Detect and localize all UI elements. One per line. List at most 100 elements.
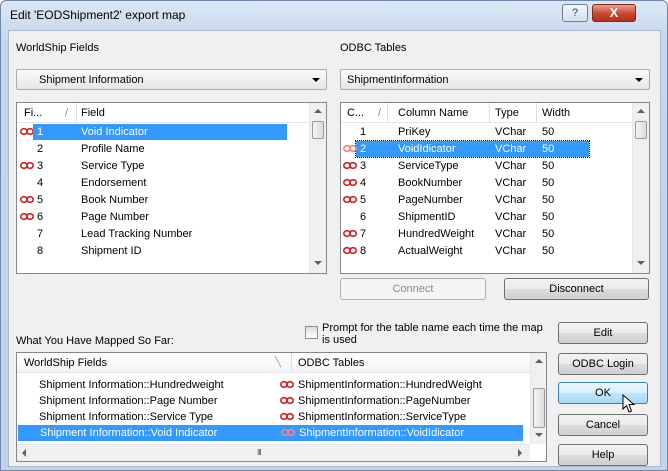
mapped-list[interactable]: WorldShip Fields ╲ ODBC Tables Shipment …: [16, 352, 547, 462]
column-name: ServiceType: [398, 160, 459, 172]
mapped-list-scrollbar[interactable]: [530, 353, 546, 444]
column-type: VChar: [495, 126, 527, 138]
prompt-table-name-label[interactable]: Prompt for the table name each time the …: [322, 322, 544, 346]
mapped-horizontal-scrollbar[interactable]: III: [17, 444, 530, 461]
odbc-column-row[interactable]: 3 ServiceType VChar 50: [341, 158, 633, 174]
odbc-login-button[interactable]: ODBC Login: [558, 353, 648, 375]
col-header-width[interactable]: Width: [542, 107, 570, 119]
column-divider[interactable]: [387, 103, 388, 123]
worldship-category-select[interactable]: Shipment Information: [16, 69, 327, 90]
odbc-column-row[interactable]: 4 BookNumber VChar 50: [341, 175, 633, 191]
column-divider[interactable]: [76, 103, 77, 123]
scroll-up-icon[interactable]: [637, 109, 645, 113]
column-name: BookNumber: [398, 177, 463, 189]
mapped-worldship-field: Shipment Information::Hundredweight: [39, 379, 224, 391]
odbc-column-row[interactable]: 2 VoidIdicator VChar 50: [341, 140, 633, 158]
column-divider[interactable]: [291, 353, 292, 373]
odbc-column-row[interactable]: 5 PageNumber VChar 50: [341, 192, 633, 208]
odbc-list-scrollbar[interactable]: [632, 103, 649, 273]
col-header-worldship-fields[interactable]: WorldShip Fields: [24, 357, 107, 369]
scroll-right-icon[interactable]: [518, 449, 522, 457]
col-header-type[interactable]: Type: [495, 107, 519, 119]
field-number: 6: [37, 211, 44, 223]
scroll-thumb[interactable]: [533, 388, 545, 428]
chain-link-icon: [342, 144, 358, 153]
mapped-worldship-field: Shipment Information::Page Number: [39, 395, 218, 407]
edit-button[interactable]: Edit: [558, 322, 648, 344]
column-name: PriKey: [398, 126, 431, 138]
odbc-table-select[interactable]: ShipmentInformation: [340, 69, 650, 90]
mapped-row[interactable]: Shipment Information::Page Number Shipmen…: [17, 393, 530, 409]
column-name: VoidIdicator: [398, 143, 456, 155]
mapped-odbc-column: ShipmentInformation::PageNumber: [298, 395, 471, 407]
col-header-column-name[interactable]: Column Name: [398, 107, 468, 119]
close-button[interactable]: X: [592, 4, 636, 22]
chain-link-icon: [19, 161, 35, 170]
scroll-down-icon[interactable]: [535, 433, 543, 437]
worldship-field-row[interactable]: 3 Service Type: [17, 158, 310, 174]
chevron-down-icon: [312, 78, 320, 82]
column-width: 50: [542, 160, 555, 172]
connect-button[interactable]: Connect: [340, 278, 486, 300]
odbc-columns-list[interactable]: C... / Column Name Type Width 1 PriKey VCh…: [340, 102, 650, 274]
worldship-field-row[interactable]: 5 Book Number: [17, 192, 310, 208]
chain-link-icon: [342, 161, 358, 170]
help-button[interactable]: Help: [558, 444, 648, 466]
column-width: 50: [542, 194, 555, 206]
scroll-left-icon[interactable]: [22, 449, 26, 457]
column-number: 7: [360, 228, 367, 240]
col-header-field-number[interactable]: Fi...: [24, 107, 42, 119]
disconnect-button[interactable]: Disconnect: [504, 278, 649, 300]
field-name: Endorsement: [81, 177, 147, 189]
scroll-up-icon[interactable]: [314, 109, 322, 113]
col-header-odbc-tables[interactable]: ODBC Tables: [298, 357, 364, 369]
mapped-list-header: WorldShip Fields ╲ ODBC Tables: [17, 353, 530, 373]
field-number: 5: [37, 194, 44, 206]
title-bar[interactable]: Edit 'EODShipment2' export map ? X: [1, 1, 667, 29]
column-divider[interactable]: [489, 103, 490, 123]
mapped-odbc-column: ShipmentInformation::ServiceType: [298, 411, 467, 423]
chain-link-icon: [342, 195, 358, 204]
odbc-column-row[interactable]: 6 ShipmentID VChar 50: [341, 209, 633, 225]
prompt-table-name-checkbox[interactable]: [305, 326, 318, 339]
worldship-field-row[interactable]: 7 Lead Tracking Number: [17, 226, 310, 242]
chevron-down-icon[interactable]: [635, 78, 643, 82]
mapped-row[interactable]: Shipment Information::Void Indicator Ship…: [18, 425, 523, 441]
help-title-button[interactable]: ?: [562, 4, 588, 22]
mapped-row[interactable]: Shipment Information::Hundredweight Shipm…: [17, 377, 530, 393]
worldship-field-row[interactable]: 6 Page Number: [17, 209, 310, 225]
scroll-thumb[interactable]: [312, 121, 324, 139]
mapped-row[interactable]: Shipment Information::Service Type Shipme…: [17, 409, 530, 425]
worldship-field-row[interactable]: 2 Profile Name: [17, 141, 310, 157]
chain-link-icon: [342, 229, 358, 238]
cancel-button[interactable]: Cancel: [558, 414, 648, 436]
worldship-field-row[interactable]: 4 Endorsement: [17, 175, 310, 191]
odbc-column-row[interactable]: 8 ActualWeight VChar 50: [341, 243, 633, 259]
chain-link-icon: [279, 412, 295, 421]
column-type: VChar: [495, 194, 527, 206]
scroll-up-icon[interactable]: [535, 359, 543, 363]
worldship-field-row[interactable]: 8 Shipment ID: [17, 243, 310, 259]
mapped-odbc-column: ShipmentInformation::HundredWeight: [298, 379, 482, 391]
field-number: 4: [37, 177, 44, 189]
col-header-field[interactable]: Field: [81, 107, 105, 119]
window-title: Edit 'EODShipment2' export map: [10, 8, 186, 22]
column-width: 50: [542, 177, 555, 189]
scroll-down-icon[interactable]: [314, 261, 322, 265]
scroll-grip[interactable]: III: [257, 448, 262, 457]
scroll-thumb[interactable]: [635, 121, 647, 139]
column-divider[interactable]: [536, 103, 537, 123]
col-header-column-number[interactable]: C...: [347, 107, 364, 119]
chain-link-icon: [342, 178, 358, 187]
odbc-column-row[interactable]: 7 HundredWeight VChar 50: [341, 226, 633, 242]
scroll-down-icon[interactable]: [637, 261, 645, 265]
field-name: Book Number: [81, 194, 149, 206]
worldship-list-scrollbar[interactable]: [309, 103, 326, 273]
worldship-fields-label: WorldShip Fields: [16, 42, 99, 54]
column-type: VChar: [495, 228, 527, 240]
worldship-field-row[interactable]: 1 Void Indicator: [17, 124, 310, 140]
column-name: HundredWeight: [398, 228, 475, 240]
worldship-fields-list[interactable]: Fi... / Field 1 Void Indicator 2 Profile Na…: [16, 102, 327, 274]
odbc-column-row[interactable]: 1 PriKey VChar 50: [341, 124, 633, 140]
column-number: 6: [360, 211, 367, 223]
